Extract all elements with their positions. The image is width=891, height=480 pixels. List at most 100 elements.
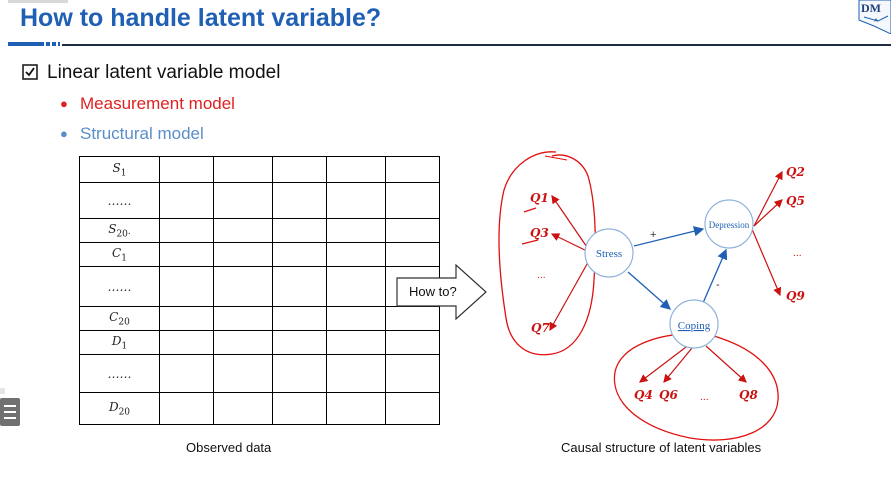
row-label-subscript: 1 — [121, 253, 127, 264]
table-row: S20· — [79, 218, 440, 243]
table-cell — [272, 242, 327, 267]
indicator-q3: Q3 — [530, 226, 549, 240]
node-depression-label: Depression — [709, 220, 750, 230]
table-row-label: S20· — [79, 218, 160, 243]
table-cell — [385, 182, 440, 219]
table-cell — [326, 218, 386, 243]
table-cell — [159, 392, 214, 425]
table-cell — [272, 392, 327, 425]
indicator-ellipsis: ... — [793, 249, 802, 259]
table-cell — [385, 330, 440, 355]
checkbox-checked-icon — [22, 64, 38, 80]
table-cell — [213, 306, 273, 331]
how-to-label: How to? — [409, 284, 457, 299]
title-underline — [62, 44, 891, 46]
indicator-q6: Q6 — [659, 388, 678, 402]
row-label-base: C — [109, 309, 119, 324]
logo-text: DM — [861, 1, 881, 15]
causal-structure-caption: Causal structure of latent variables — [561, 440, 762, 455]
table-cell — [272, 330, 327, 355]
coping-indicator-annotation — [613, 333, 779, 441]
indicator-q9: Q9 — [786, 289, 805, 303]
table-row-label: C1 — [79, 242, 160, 267]
causal-diagram: + - Stress Depression Coping Q1 Q3 ... Q… — [498, 151, 805, 441]
table-row-label: D20 — [79, 392, 160, 425]
table-cell — [213, 266, 273, 307]
main-bullet: Linear latent variable model — [47, 62, 281, 83]
table-cell — [326, 306, 386, 331]
edge-stress-depression — [633, 226, 705, 247]
row-label-subscript: 20 — [118, 317, 130, 328]
table-row-label: …… — [79, 354, 160, 393]
bullet-dot: ● — [60, 96, 68, 111]
table-cell — [385, 392, 440, 425]
table-cell — [326, 182, 386, 219]
indicator-q1: Q1 — [530, 191, 549, 205]
row-label-base: …… — [107, 193, 132, 208]
row-label-base: …… — [107, 279, 132, 294]
table-row: …… — [79, 266, 440, 307]
table-row-label: S1 — [79, 156, 160, 183]
row-label-subscript: 1 — [121, 341, 128, 352]
table-cell — [272, 354, 327, 393]
table-cell — [159, 266, 214, 307]
table-cell — [326, 156, 386, 183]
table-cell — [385, 218, 440, 243]
node-coping-label: Coping — [678, 320, 711, 332]
table-cell — [272, 266, 327, 307]
table-cell — [159, 156, 214, 183]
table-row-label: C20 — [79, 306, 160, 331]
row-label-base: S — [112, 160, 121, 175]
table-row-label: …… — [79, 182, 160, 219]
table-cell — [326, 330, 386, 355]
table-row-label: D1 — [79, 330, 160, 355]
table-cell — [385, 354, 440, 393]
table-row-label: …… — [79, 266, 160, 307]
sub-bullet-structural-model: Structural model — [80, 124, 204, 143]
bullet-dot: ● — [60, 126, 68, 141]
top-left-tab — [8, 0, 68, 3]
indicator-q8: Q8 — [739, 388, 758, 402]
indicator-ellipsis: ... — [537, 271, 546, 281]
indicator-q4: Q4 — [634, 388, 653, 402]
table-cell — [272, 182, 327, 219]
row-label-base: C — [112, 245, 122, 260]
table-cell — [326, 392, 386, 425]
table-row: …… — [79, 354, 440, 393]
table-cell — [159, 182, 214, 219]
node-stress-label: Stress — [596, 248, 622, 260]
edge-stress-coping — [627, 271, 671, 310]
indicator-q2: Q2 — [786, 165, 805, 179]
table-cell — [326, 242, 386, 267]
table-cell — [159, 218, 214, 243]
table-row: D1 — [79, 330, 440, 355]
title-underline-accent — [8, 42, 44, 46]
row-label-base: …… — [107, 366, 132, 381]
table-cell — [159, 330, 214, 355]
table-row: D20 — [79, 392, 440, 425]
edge-coping-depression — [702, 248, 728, 304]
table-cell — [159, 354, 214, 393]
table-cell — [213, 218, 273, 243]
row-label-subscript: 20 — [118, 407, 131, 418]
table-cell — [159, 242, 214, 267]
edge-sign-negative: - — [716, 279, 720, 291]
indicator-q5: Q5 — [786, 194, 805, 208]
table-cell — [213, 354, 273, 393]
left-edge-mark — [0, 388, 5, 394]
table-cell — [326, 354, 386, 393]
table-row: S1 — [79, 156, 440, 183]
table-cell — [272, 218, 327, 243]
table-cell — [272, 306, 327, 331]
row-label-base: D — [111, 333, 122, 348]
table-cell — [272, 156, 327, 183]
table-cell — [385, 242, 440, 267]
logo-icon: DM — [858, 0, 891, 34]
table-cell — [159, 306, 214, 331]
observed-data-table: S1…… S20· C1…… C20 D1…… D20 — [79, 156, 440, 425]
menu-icon[interactable] — [0, 398, 20, 426]
table-cell — [385, 156, 440, 183]
indicator-ellipsis: ... — [700, 393, 709, 403]
table-cell — [213, 242, 273, 267]
row-label-subscript: 20· — [116, 229, 131, 240]
